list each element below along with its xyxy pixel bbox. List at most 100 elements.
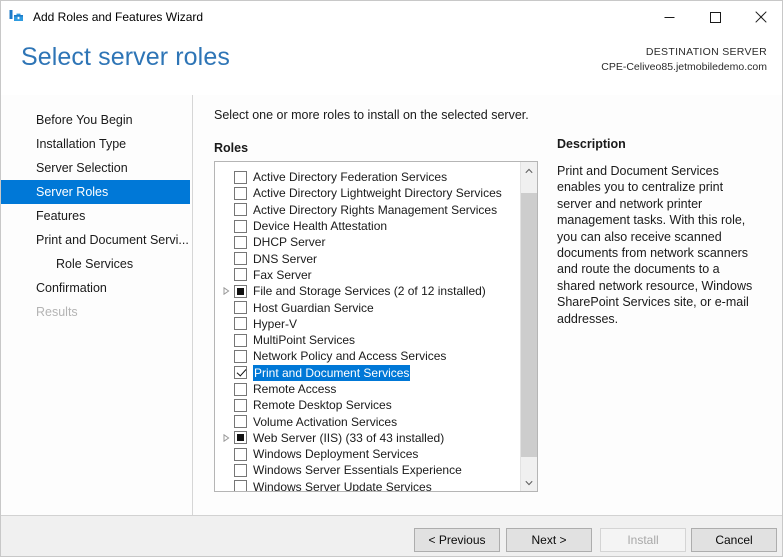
page-header: Select server roles DESTINATION SERVER C… [1,33,782,95]
expander-placeholder [220,268,233,281]
role-row[interactable]: File and Storage Services (2 of 12 insta… [215,283,519,299]
expander-placeholder [220,334,233,347]
expander-placeholder [220,480,233,491]
roles-listbox[interactable]: Active Directory Federation Services Acti… [214,161,538,492]
scroll-down-icon[interactable] [521,474,537,491]
role-checkbox-unchecked[interactable] [234,398,247,412]
role-label: DNS Server [253,251,318,266]
role-checkbox-unchecked[interactable] [234,349,247,363]
role-row[interactable]: Web Server (IIS) (33 of 43 installed) [215,430,519,446]
role-row[interactable]: Hyper-V [215,316,519,332]
role-checkbox-unchecked[interactable] [234,447,247,461]
page-title: Select server roles [21,43,230,71]
role-checkbox-unchecked[interactable] [234,415,247,429]
role-label: Print and Document Services [253,364,411,381]
role-checkbox-checked[interactable] [234,366,247,380]
instruction-text: Select one or more roles to install on t… [214,108,529,122]
role-row[interactable]: Host Guardian Service [215,299,519,315]
roles-section-label: Roles [214,141,249,155]
sidebar-item-features[interactable]: Features [1,204,192,228]
expander-placeholder [220,171,233,184]
role-row[interactable]: Active Directory Federation Services [215,169,519,185]
expander-placeholder [220,301,233,314]
sidebar-item-installation-type[interactable]: Installation Type [1,132,192,156]
sidebar-item-server-roles[interactable]: Server Roles [1,180,190,204]
role-checkbox-unchecked[interactable] [234,170,247,184]
role-row[interactable]: Windows Server Update Services [215,479,519,492]
role-label: Network Policy and Access Services [253,349,447,364]
expander-placeholder [220,415,233,428]
body-area: Before You Begin Installation Type Server … [1,95,782,515]
previous-button[interactable]: < Previous [414,528,500,552]
role-row[interactable]: Device Health Attestation [215,218,519,234]
role-checkbox-unchecked[interactable] [234,463,247,477]
role-checkbox-partial[interactable] [234,284,247,298]
role-label: Host Guardian Service [253,300,374,315]
role-checkbox-unchecked[interactable] [234,219,247,233]
role-label: MultiPoint Services [253,333,356,348]
role-label: Windows Deployment Services [253,447,419,462]
role-checkbox-partial[interactable] [234,431,247,445]
role-checkbox-unchecked[interactable] [234,268,247,282]
next-button[interactable]: Next > [506,528,592,552]
title-bar: Add Roles and Features Wizard [1,1,782,33]
role-row[interactable]: Active Directory Lightweight Directory S… [215,185,519,201]
role-checkbox-unchecked[interactable] [234,317,247,331]
sidebar-item-role-services[interactable]: Role Services [1,252,192,276]
description-text: Print and Document Services enables you … [557,164,753,326]
role-checkbox-unchecked[interactable] [234,301,247,315]
role-row[interactable]: Network Policy and Access Services [215,348,519,364]
role-checkbox-unchecked[interactable] [234,203,247,217]
role-row[interactable]: Active Directory Rights Management Servi… [215,202,519,218]
expander-triangle-icon[interactable] [220,431,233,444]
minimize-button[interactable] [646,2,692,33]
maximize-button[interactable] [692,2,738,33]
wizard-window: Add Roles and Features Wizard Select ser… [0,0,783,557]
expander-placeholder [220,448,233,461]
scrollbar-thumb[interactable] [521,193,537,457]
role-label: Windows Server Update Services [253,479,432,492]
role-label: DHCP Server [253,235,326,250]
role-checkbox-unchecked[interactable] [234,235,247,249]
scroll-up-icon[interactable] [521,162,537,179]
role-label: Windows Server Essentials Experience [253,463,462,478]
role-checkbox-unchecked[interactable] [234,480,247,491]
role-checkbox-unchecked[interactable] [234,186,247,200]
role-checkbox-unchecked[interactable] [234,252,247,266]
role-row[interactable]: Windows Deployment Services [215,446,519,462]
expander-triangle-icon[interactable] [220,285,233,298]
role-label: Hyper-V [253,316,298,331]
expander-placeholder [220,220,233,233]
role-label: Active Directory Federation Services [253,170,448,185]
role-row[interactable]: Remote Desktop Services [215,397,519,413]
role-label: Fax Server [253,267,312,282]
cancel-button[interactable]: Cancel [691,528,777,552]
sidebar-item-confirmation[interactable]: Confirmation [1,276,192,300]
role-label: File and Storage Services (2 of 12 insta… [253,284,486,299]
sidebar-item-print-and-document-servi[interactable]: Print and Document Servi... [1,228,192,252]
role-row[interactable]: Fax Server [215,267,519,283]
role-row[interactable]: DNS Server [215,250,519,266]
expander-placeholder [220,187,233,200]
role-label: Device Health Attestation [253,219,388,234]
role-row[interactable]: Print and Document Services [215,364,519,381]
expander-placeholder [220,366,233,379]
role-row[interactable]: Windows Server Essentials Experience [215,462,519,478]
install-button: Install [600,528,686,552]
role-row[interactable]: MultiPoint Services [215,332,519,348]
expander-placeholder [220,464,233,477]
close-button[interactable] [738,2,782,33]
description-panel: Description Print and Document Services … [557,95,769,515]
wizard-toolbox-icon [9,9,25,25]
role-label: Active Directory Rights Management Servi… [253,202,498,217]
sidebar-item-before-you-begin[interactable]: Before You Begin [1,108,192,132]
role-row[interactable]: Volume Activation Services [215,413,519,429]
wizard-steps-nav: Before You Begin Installation Type Server … [1,95,193,515]
role-label: Remote Desktop Services [253,398,392,413]
roles-scrollbar[interactable] [520,162,537,491]
role-row[interactable]: DHCP Server [215,234,519,250]
role-checkbox-unchecked[interactable] [234,382,247,396]
role-checkbox-unchecked[interactable] [234,333,247,347]
sidebar-item-server-selection[interactable]: Server Selection [1,156,192,180]
role-row[interactable]: Remote Access [215,381,519,397]
